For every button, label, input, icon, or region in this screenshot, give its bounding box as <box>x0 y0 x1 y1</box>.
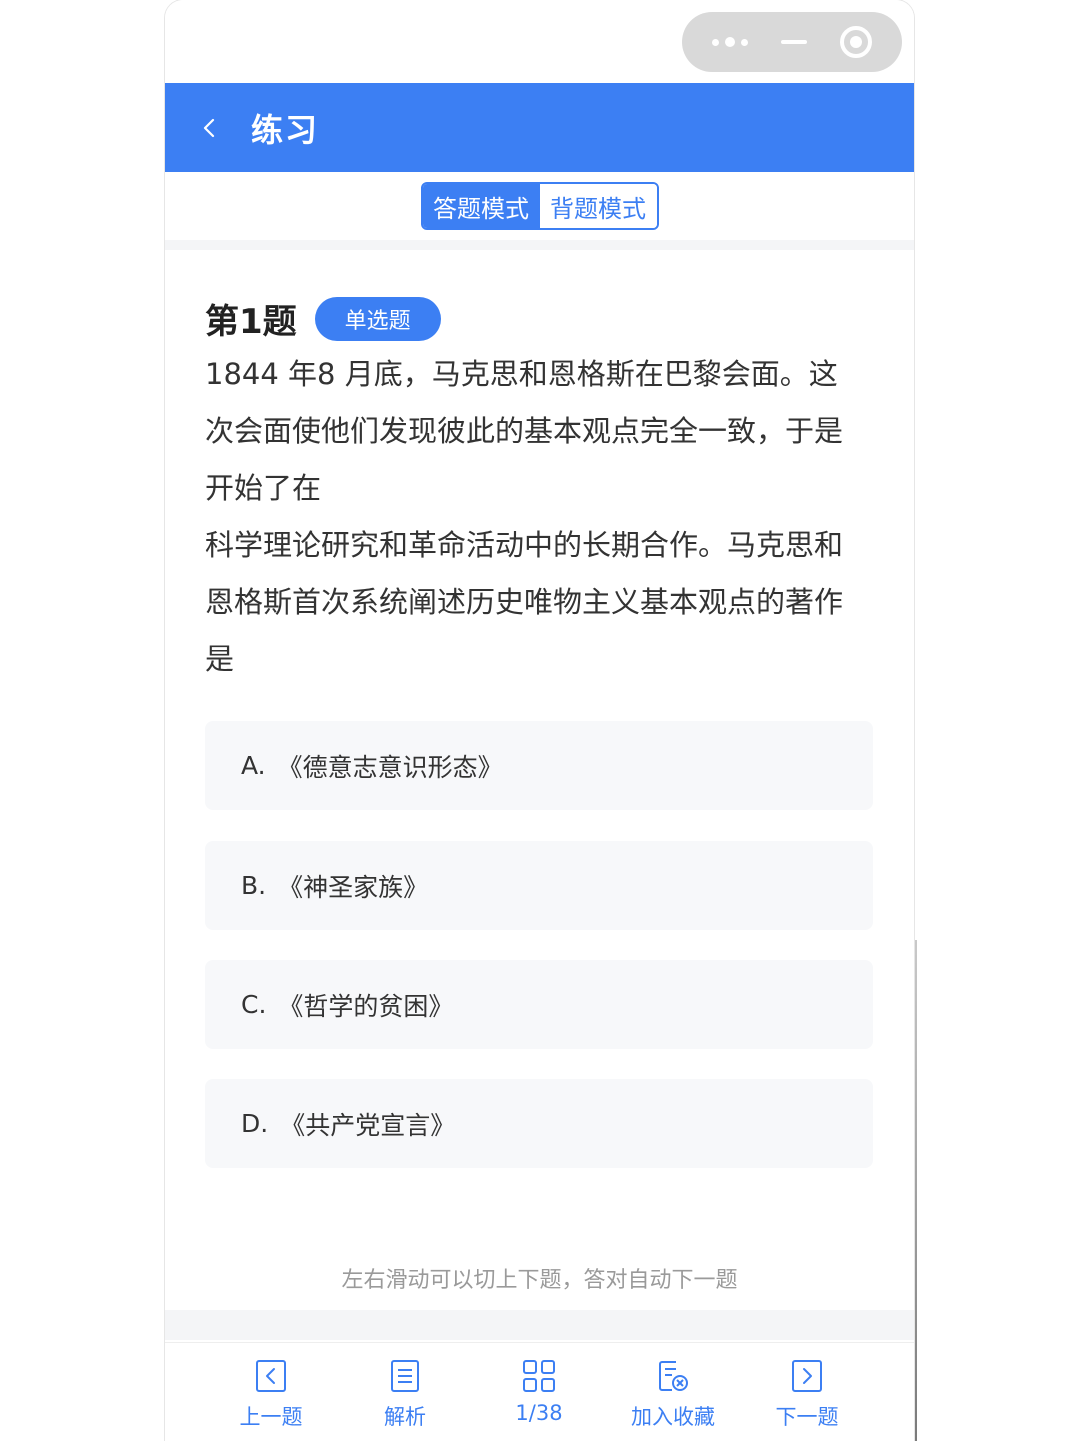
minimize-icon[interactable] <box>780 40 807 44</box>
back-button[interactable] <box>165 83 255 172</box>
chevron-left-icon <box>203 118 215 137</box>
memorize-mode-tab[interactable]: 背题模式 <box>539 184 657 228</box>
prev-question-button[interactable]: 上一题 <box>204 1343 338 1441</box>
app-screen: 练习 答题模式 背题模式 第1题 单选题 1844 年8 月底，马克思和恩格斯在… <box>165 0 914 1441</box>
tab-label: 上一题 <box>239 1405 303 1429</box>
more-dots-icon[interactable] <box>712 37 749 47</box>
question-line: 科学理论研究和革命活动中的长期合作。马克思和 <box>205 528 844 562</box>
next-question-button[interactable]: 下一题 <box>740 1343 874 1441</box>
status-area <box>165 0 914 83</box>
option-letter: B. <box>241 871 267 900</box>
favorite-icon <box>659 1361 688 1391</box>
analysis-icon <box>391 1360 419 1392</box>
section-divider <box>165 240 914 250</box>
mode-toggle: 答题模式 背题模式 <box>420 182 659 230</box>
bottom-toolbar: 上一题 解析 1/38 加入收藏 下一题 <box>165 1342 914 1441</box>
bottom-divider <box>165 1310 914 1340</box>
add-favorite-button[interactable]: 加入收藏 <box>606 1343 740 1441</box>
option-text: 《哲学的贫困》 <box>278 991 454 1021</box>
backdrop-left <box>0 0 165 1441</box>
mini-program-capsule <box>682 12 902 72</box>
option-text: 《共产党宣言》 <box>280 1110 456 1140</box>
option-letter: C. <box>241 990 267 1019</box>
option-b[interactable]: B. 《神圣家族》 <box>205 841 873 930</box>
nav-bar: 练习 <box>165 83 914 172</box>
option-c[interactable]: C. 《哲学的贫困》 <box>205 960 873 1049</box>
question-line: 恩格斯首次系统阐述历史唯物主义基本观点的著作 <box>205 585 844 619</box>
target-close-icon[interactable] <box>839 26 872 58</box>
question-line: 开始了在 <box>205 471 322 505</box>
analysis-button[interactable]: 解析 <box>338 1343 472 1441</box>
tab-label: 解析 <box>384 1405 426 1429</box>
answer-mode-tab[interactable]: 答题模式 <box>422 184 540 228</box>
option-a[interactable]: A. 《德意志意识形态》 <box>205 721 873 810</box>
next-icon <box>792 1360 822 1392</box>
page-title: 练习 <box>251 110 320 149</box>
question-text: 1844 年8 月底，马克思和恩格斯在巴黎会面。这 次会面使他们发现彼此的基本观… <box>205 346 870 688</box>
question-number: 第1题 <box>205 302 297 342</box>
option-text: 《德意志意识形态》 <box>277 752 503 782</box>
question-type-badge: 单选题 <box>314 296 441 341</box>
option-text: 《神圣家族》 <box>278 872 429 902</box>
swipe-hint: 左右滑动可以切上下题，答对自动下一题 <box>341 1268 738 1293</box>
option-d[interactable]: D. 《共产党宣言》 <box>205 1079 873 1168</box>
option-letter: D. <box>241 1109 269 1138</box>
option-letter: A. <box>241 751 266 780</box>
question-header: 第1题 单选题 <box>205 294 441 343</box>
tab-label: 1/38 <box>515 1401 563 1425</box>
tab-label: 下一题 <box>775 1405 839 1429</box>
question-line: 次会面使他们发现彼此的基本观点完全一致，于是 <box>205 414 844 448</box>
question-line: 是 <box>205 642 235 676</box>
backdrop-right <box>914 0 1080 1441</box>
grid-icon <box>523 1360 555 1392</box>
prev-icon <box>256 1360 286 1392</box>
tab-label: 加入收藏 <box>631 1405 715 1429</box>
progress-button[interactable]: 1/38 <box>472 1343 606 1441</box>
question-line: 1844 年8 月底，马克思和恩格斯在巴黎会面。这 <box>205 357 838 391</box>
mode-switch-area: 答题模式 背题模式 <box>165 172 914 242</box>
